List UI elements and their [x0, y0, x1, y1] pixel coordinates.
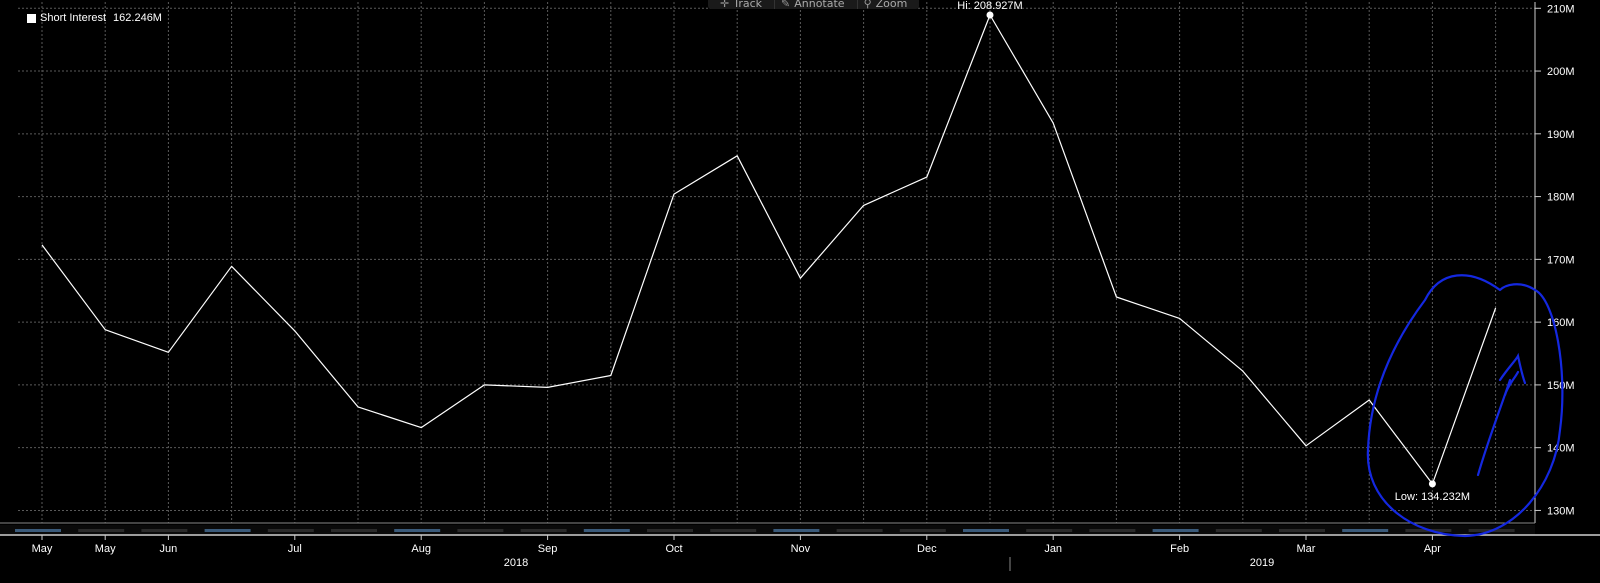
x-tick-label: Jan	[1044, 543, 1062, 555]
navigator-bar	[773, 529, 820, 532]
navigator-bar	[204, 529, 251, 532]
y-tick-label: 130M	[1547, 505, 1575, 517]
navigator-bar	[1279, 529, 1325, 532]
hand-drawn-arrow-annotation	[1476, 352, 1527, 477]
track-button[interactable]: ✛ Track	[714, 0, 768, 9]
legend-item-short-interest[interactable]: Short Interest 162.246M	[27, 12, 162, 24]
y-tick-label: 180M	[1547, 192, 1575, 204]
navigator-bar	[1215, 529, 1262, 532]
x-tick-label: May	[95, 543, 116, 555]
legend-swatch	[27, 13, 36, 23]
pencil-icon: ✎	[781, 0, 791, 9]
navigator-bar	[1089, 529, 1136, 532]
x-tick-label: Apr	[1424, 543, 1441, 555]
magnifier-icon: ⚲	[863, 0, 872, 9]
legend-label: Short Interest	[40, 12, 107, 24]
x-tick-label: Jun	[160, 543, 178, 555]
navigator-bar	[141, 529, 188, 532]
crosshair-icon: ✛	[720, 0, 730, 9]
navigator-bar	[331, 529, 377, 532]
annotate-label: Annotate	[794, 0, 845, 9]
y-tick-label: 150M	[1547, 380, 1575, 392]
line-chart: 130M 140M 150M 160M 170M 180M 190M 200M 210M May M…	[0, 0, 1600, 571]
x-tick-label: Dec	[917, 543, 937, 555]
navigator-bar	[267, 529, 314, 532]
navigator-bar	[457, 529, 504, 532]
navigator-bar	[583, 529, 630, 532]
navigator-bar	[963, 529, 1009, 532]
hi-annotation-label: Hi: 208.927M	[957, 0, 1022, 12]
navigator-bar	[647, 529, 693, 532]
legend-value: 162.246M	[113, 12, 162, 24]
navigator-bar	[1152, 529, 1199, 532]
navigator-bar	[78, 529, 125, 532]
x-tick-label: Sep	[538, 543, 558, 555]
x-tick-label: Aug	[411, 543, 431, 555]
x-tick-label: Oct	[665, 543, 682, 555]
x-tick-label: Jul	[288, 543, 302, 555]
x-tick-label: Mar	[1297, 543, 1316, 555]
chart-toolbar: ✛ Track ✎ Annotate ⚲ Zoom	[708, 0, 920, 9]
low-annotation-label: Low: 134.232M	[1395, 491, 1470, 503]
zoom-button[interactable]: ⚲ Zoom	[856, 0, 914, 9]
navigator-bar	[1026, 529, 1073, 532]
annotate-button[interactable]: ✎ Annotate	[774, 0, 851, 9]
navigator-bar	[394, 529, 441, 532]
navigator-bar	[1342, 529, 1389, 532]
x-year-label: 2019	[1250, 557, 1274, 569]
x-year-label: 2018	[504, 557, 528, 569]
y-tick-label: 160M	[1547, 317, 1575, 329]
zoom-label: Zoom	[875, 0, 908, 9]
chart-container: ✛ Track ✎ Annotate ⚲ Zoom Short Interest…	[0, 0, 1600, 583]
navigator-bar	[899, 529, 946, 532]
navigator-bar	[15, 529, 61, 532]
track-label: Track	[733, 0, 763, 9]
series-line-short-interest[interactable]	[41, 14, 1497, 485]
y-tick-label: 190M	[1547, 129, 1575, 141]
y-tick-label: 200M	[1547, 66, 1575, 78]
y-tick-label: 170M	[1547, 254, 1575, 266]
y-tick-label: 210M	[1547, 3, 1575, 15]
data-point-marker[interactable]	[986, 11, 994, 19]
data-point-marker[interactable]	[1428, 480, 1436, 488]
y-tick-label: 140M	[1547, 443, 1575, 455]
navigator-bar	[710, 529, 757, 532]
navigator-bar	[520, 529, 567, 532]
x-tick-label: May	[32, 543, 53, 555]
navigator-bar	[836, 529, 883, 532]
x-tick-label: Feb	[1170, 543, 1189, 555]
x-tick-label: Nov	[791, 543, 811, 555]
